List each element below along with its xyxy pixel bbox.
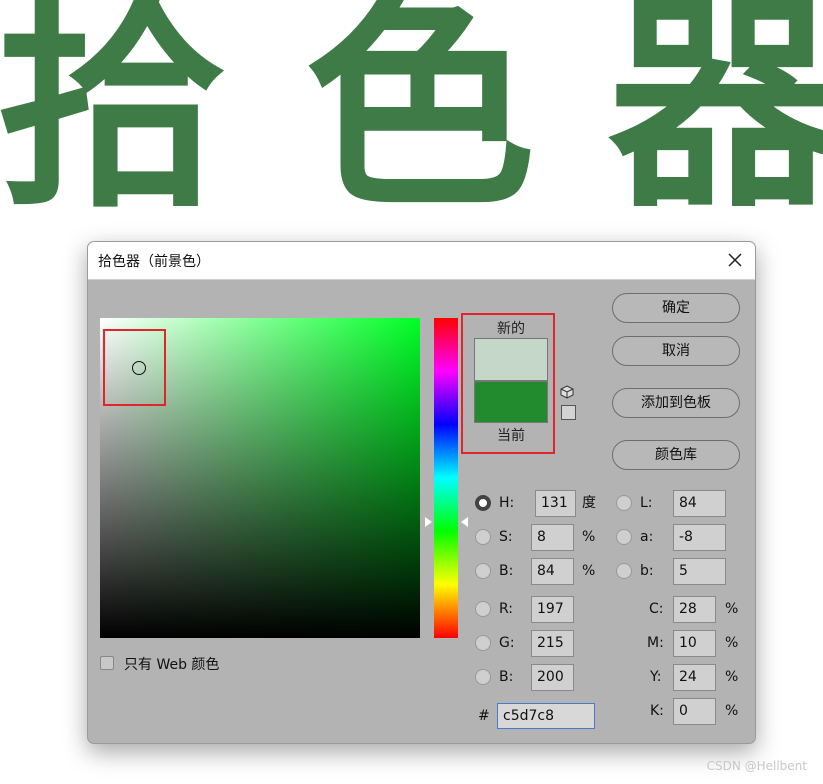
input-m[interactable]: 10 bbox=[673, 630, 716, 657]
input-r[interactable]: 197 bbox=[531, 596, 574, 623]
label-r: R: bbox=[499, 601, 514, 617]
input-c[interactable]: 28 bbox=[673, 596, 716, 623]
input-h[interactable]: 131 bbox=[535, 490, 576, 517]
label-y: Y: bbox=[650, 669, 662, 685]
label-g: G: bbox=[499, 635, 515, 651]
radio-r[interactable] bbox=[475, 601, 491, 617]
current-color-label: 当前 bbox=[497, 428, 525, 444]
close-icon bbox=[728, 253, 742, 267]
radio-h[interactable] bbox=[475, 495, 491, 511]
titlebar: 拾色器（前景色） bbox=[88, 242, 755, 280]
banner-char-1: 拾 bbox=[0, 0, 227, 239]
input-l[interactable]: 84 bbox=[673, 490, 726, 517]
input-rgb-b[interactable]: 200 bbox=[531, 664, 574, 691]
radio-s[interactable] bbox=[475, 529, 491, 545]
radio-a[interactable] bbox=[616, 529, 632, 545]
unit-s: % bbox=[582, 529, 596, 545]
hue-slider-handle-left[interactable] bbox=[425, 517, 432, 527]
banner-title: 拾 色 器 bbox=[0, 0, 823, 239]
banner-char-2: 色 bbox=[305, 0, 536, 239]
radio-b[interactable] bbox=[475, 563, 491, 579]
input-b[interactable]: 84 bbox=[531, 558, 574, 585]
unit-y: % bbox=[725, 669, 739, 685]
web-colors-only-checkbox[interactable] bbox=[100, 656, 114, 670]
highlight-box-cursor bbox=[103, 329, 166, 406]
label-a: a: bbox=[640, 529, 654, 545]
banner-char-3: 器 bbox=[608, 0, 823, 239]
label-c: C: bbox=[649, 601, 664, 617]
input-a[interactable]: -8 bbox=[673, 524, 726, 551]
input-y[interactable]: 24 bbox=[673, 664, 716, 691]
gamut-warning-cube-icon[interactable] bbox=[560, 385, 574, 399]
hue-slider-handle-right[interactable] bbox=[461, 517, 468, 527]
label-l: L: bbox=[640, 495, 653, 511]
label-m: M: bbox=[647, 635, 664, 651]
web-colors-only-label: 只有 Web 颜色 bbox=[124, 657, 220, 673]
unit-h: 度 bbox=[582, 495, 596, 511]
current-color-swatch[interactable] bbox=[474, 381, 548, 423]
web-safe-swatch[interactable] bbox=[561, 405, 576, 420]
watermark: CSDN @Hellbent bbox=[706, 759, 807, 773]
color-libraries-button[interactable]: 颜色库 bbox=[612, 440, 740, 470]
input-lab-b[interactable]: 5 bbox=[673, 558, 726, 585]
dialog-title: 拾色器（前景色） bbox=[98, 254, 210, 270]
cancel-button[interactable]: 取消 bbox=[612, 336, 740, 366]
color-picker-dialog: 拾色器（前景色） 新的 当前 确定 取消 添加到色板 颜色库 H: 131 度 … bbox=[87, 241, 756, 744]
unit-m: % bbox=[725, 635, 739, 651]
label-s: S: bbox=[499, 529, 513, 545]
label-lab-b: b: bbox=[640, 563, 654, 579]
radio-lab-b[interactable] bbox=[616, 563, 632, 579]
radio-l[interactable] bbox=[616, 495, 632, 511]
unit-c: % bbox=[725, 601, 739, 617]
label-b: B: bbox=[499, 563, 514, 579]
hex-label: # bbox=[478, 708, 490, 724]
label-h: H: bbox=[499, 495, 515, 511]
new-color-label: 新的 bbox=[497, 321, 525, 337]
input-k[interactable]: 0 bbox=[673, 698, 716, 725]
new-color-swatch bbox=[474, 338, 548, 381]
unit-k: % bbox=[725, 703, 739, 719]
radio-g[interactable] bbox=[475, 635, 491, 651]
label-rgb-b: B: bbox=[499, 669, 514, 685]
add-to-swatches-button[interactable]: 添加到色板 bbox=[612, 388, 740, 418]
unit-b: % bbox=[582, 563, 596, 579]
radio-rgb-b[interactable] bbox=[475, 669, 491, 685]
input-g[interactable]: 215 bbox=[531, 630, 574, 657]
label-k: K: bbox=[650, 703, 664, 719]
hex-input[interactable]: c5d7c8 bbox=[497, 703, 595, 729]
hue-slider[interactable] bbox=[434, 318, 458, 638]
ok-button[interactable]: 确定 bbox=[612, 293, 740, 323]
close-button[interactable] bbox=[723, 248, 747, 272]
input-s[interactable]: 8 bbox=[531, 524, 574, 551]
